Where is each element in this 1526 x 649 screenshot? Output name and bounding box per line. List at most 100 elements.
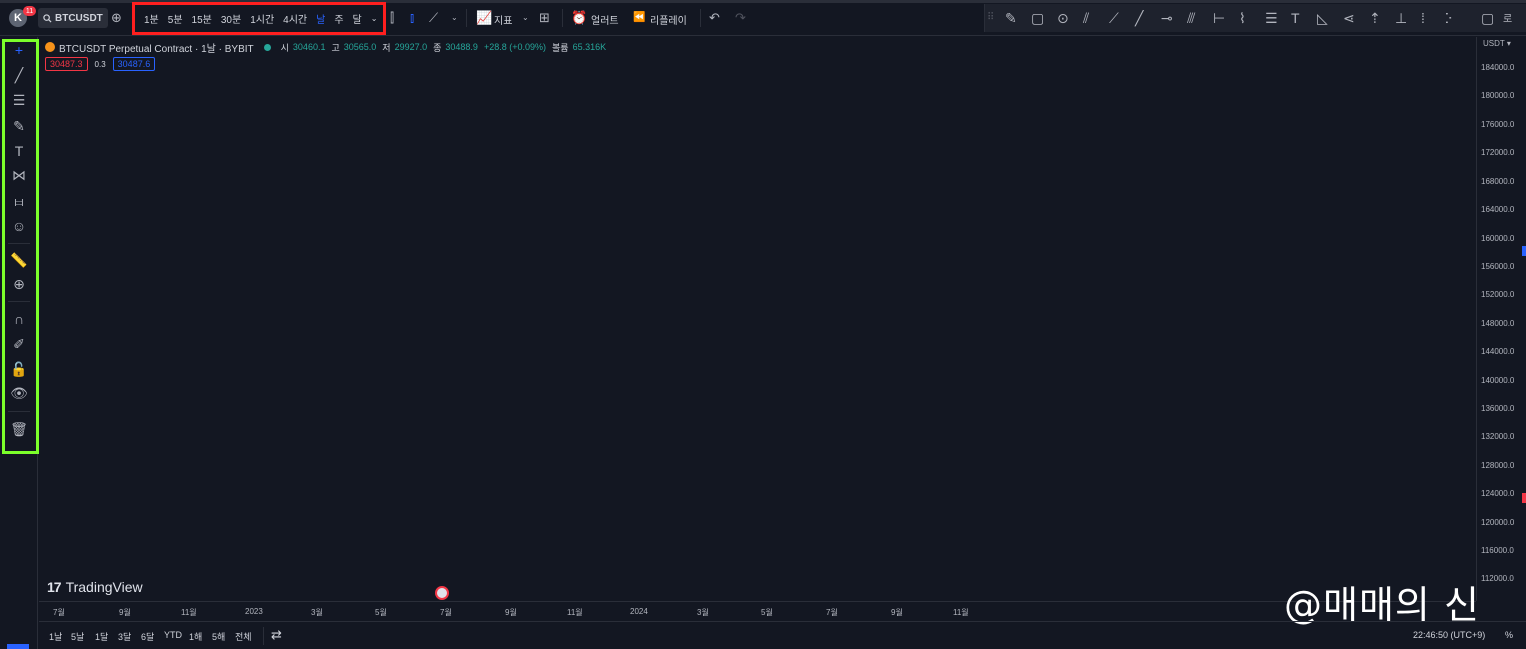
replay-icon[interactable]: ⏪: [633, 9, 645, 27]
range-3m[interactable]: 3달: [118, 630, 131, 643]
extended-line-icon[interactable]: ⊸: [1161, 9, 1173, 27]
indicators-icon[interactable]: 📈: [476, 9, 492, 27]
price-label: 124000.0: [1481, 489, 1515, 498]
sell-button[interactable]: 30487.3: [45, 57, 88, 71]
replay-button[interactable]: 리플레이: [650, 12, 687, 27]
currency-selector[interactable]: USDT ▾: [1483, 39, 1511, 48]
time-label: 5월: [375, 608, 387, 617]
divider: [562, 9, 563, 27]
low-label: 저: [382, 42, 391, 53]
price-label: 176000.0: [1481, 120, 1515, 129]
price-range-icon[interactable]: ⊥: [1395, 9, 1407, 27]
price-label: 128000.0: [1481, 461, 1515, 470]
range-5y[interactable]: 5해: [212, 630, 225, 643]
price-label: 168000.0: [1481, 177, 1515, 186]
buy-button[interactable]: 30487.6: [112, 57, 156, 71]
price-label: 132000.0: [1481, 432, 1515, 441]
bottom-accent: [7, 644, 29, 649]
price-label: 112000.0: [1481, 574, 1514, 583]
trend-line-icon[interactable]: ⟋: [1109, 9, 1119, 27]
fib-fan-icon[interactable]: ◺: [1317, 9, 1328, 27]
interval-month[interactable]: 달: [353, 11, 362, 26]
tv-mark-icon: 17: [47, 579, 62, 595]
interval-1m[interactable]: 1분: [144, 11, 159, 26]
range-1d[interactable]: 1날: [49, 630, 62, 643]
rectangle-icon[interactable]: ▢: [1031, 9, 1044, 27]
time-label: 9월: [891, 608, 903, 617]
price-label: 136000.0: [1481, 404, 1515, 413]
interval-day[interactable]: 날: [316, 11, 325, 26]
bar-type-icon[interactable]: ⫿: [390, 9, 394, 27]
time-label: 11월: [567, 608, 583, 617]
range-ytd[interactable]: YTD: [164, 630, 182, 640]
chevron-down-icon[interactable]: ⌄: [371, 14, 378, 23]
legend-title[interactable]: BTCUSDT Perpetual Contract · 1날 · BYBIT: [59, 40, 254, 55]
line-chart-icon[interactable]: ⟋: [429, 9, 438, 27]
range-all[interactable]: 전체: [235, 630, 252, 643]
price-label: 160000.0: [1481, 234, 1515, 243]
redo-icon[interactable]: ↷: [735, 9, 746, 27]
candles-icon[interactable]: ⫾: [410, 9, 414, 27]
bottom-toolbar: 1날 5날 1달 3달 6달 YTD 1해 5해 전체 ⇄ 22:46:50 (…: [39, 621, 1526, 649]
interval-1h[interactable]: 1시간: [250, 11, 274, 26]
interval-15m[interactable]: 15분: [192, 11, 212, 26]
fib-retracement-icon[interactable]: ☰: [1265, 9, 1278, 27]
range-5d[interactable]: 5날: [71, 630, 84, 643]
time-axis[interactable]: 7월 9월 11월 2023 3월 5월 7월 9월 11월 2024 3월 5…: [39, 601, 1476, 621]
divider: [263, 627, 264, 645]
layout-icon[interactable]: ▢: [1481, 9, 1494, 27]
top-toolbar: K 11 BTCUSDT ⊕ 1분 5분 15분 30분 1시간 4시간 날 주…: [0, 0, 1526, 36]
templates-icon[interactable]: ⊞: [539, 9, 550, 27]
alert-button[interactable]: 얼러트: [591, 12, 619, 27]
zigzag-icon[interactable]: ⌇: [1239, 9, 1246, 27]
drag-handle-icon[interactable]: ⠿: [987, 9, 994, 27]
interval-30m[interactable]: 30분: [221, 11, 241, 26]
interval-5m[interactable]: 5분: [168, 11, 183, 26]
vertical-line-icon[interactable]: ⁞: [1421, 9, 1425, 27]
interval-4h[interactable]: 4시간: [283, 11, 307, 26]
drawbar-right-label[interactable]: 로: [1503, 11, 1512, 29]
time-label: 11월: [181, 608, 197, 617]
ray-icon[interactable]: ╱: [1135, 9, 1143, 27]
tradingview-logo[interactable]: 17 TradingView: [47, 579, 143, 595]
circle-icon[interactable]: ⊙: [1057, 9, 1069, 27]
high-label: 고: [331, 42, 340, 53]
horizontal-ray-icon[interactable]: ⊢: [1213, 9, 1225, 27]
clock-timezone[interactable]: 22:46:50 (UTC+9): [1413, 630, 1485, 640]
search-icon: [43, 13, 52, 23]
chevron-down-icon[interactable]: ⌄: [522, 9, 529, 27]
price-axis[interactable]: USDT ▾ 184000.0 180000.0 176000.0 172000…: [1476, 37, 1526, 601]
price-label: 120000.0: [1481, 518, 1515, 527]
percent-toggle[interactable]: %: [1505, 630, 1513, 640]
symbol-search-button[interactable]: BTCUSDT: [38, 8, 108, 28]
pattern-icon[interactable]: ⴾ: [1445, 9, 1452, 27]
indicators-button[interactable]: 지표: [494, 12, 512, 27]
disjoint-channel-icon[interactable]: ⫻: [1187, 9, 1195, 27]
divider: [700, 9, 701, 27]
long-position-icon[interactable]: ⇡: [1369, 9, 1381, 27]
pitchfork-icon[interactable]: ⋖: [1343, 9, 1355, 27]
drawing-favorites-bar: ⠿ ✎ ▢ ⊙ ⫽ ⟋ ╱ ⊸ ⫻ ⊢ ⌇ ☰ T ◺ ⋖ ⇡ ⊥ ⁞ ⴾ ▢ …: [984, 4, 1526, 32]
volume-value: 65.316K: [572, 42, 607, 52]
logo-text: TradingView: [65, 579, 143, 595]
chart-pane[interactable]: [39, 37, 1476, 601]
undo-icon[interactable]: ↶: [709, 9, 720, 27]
alarm-clock-icon[interactable]: ⏰: [571, 9, 587, 27]
brush-icon[interactable]: ✎: [1005, 9, 1017, 27]
goto-date-icon[interactable]: ⇄: [271, 627, 282, 643]
range-1m[interactable]: 1달: [95, 630, 108, 643]
chart-legend: BTCUSDT Perpetual Contract · 1날 · BYBIT …: [45, 40, 608, 55]
open-label: 시: [280, 42, 289, 53]
range-1y[interactable]: 1해: [189, 630, 202, 643]
chevron-down-icon[interactable]: ⌄: [451, 9, 458, 27]
text-icon[interactable]: T: [1291, 9, 1300, 27]
parallel-channel-icon[interactable]: ⫽: [1083, 9, 1089, 27]
price-label: 116000.0: [1481, 546, 1514, 555]
compare-add-icon[interactable]: ⊕: [111, 9, 122, 27]
high-value: 30565.0: [343, 42, 377, 52]
change-value: +28.8 (+0.09%): [483, 42, 546, 52]
range-6m[interactable]: 6달: [141, 630, 154, 643]
event-flag-icon[interactable]: [435, 586, 449, 600]
interval-week[interactable]: 주: [334, 11, 343, 26]
symbol-label: BTCUSDT: [55, 12, 103, 24]
